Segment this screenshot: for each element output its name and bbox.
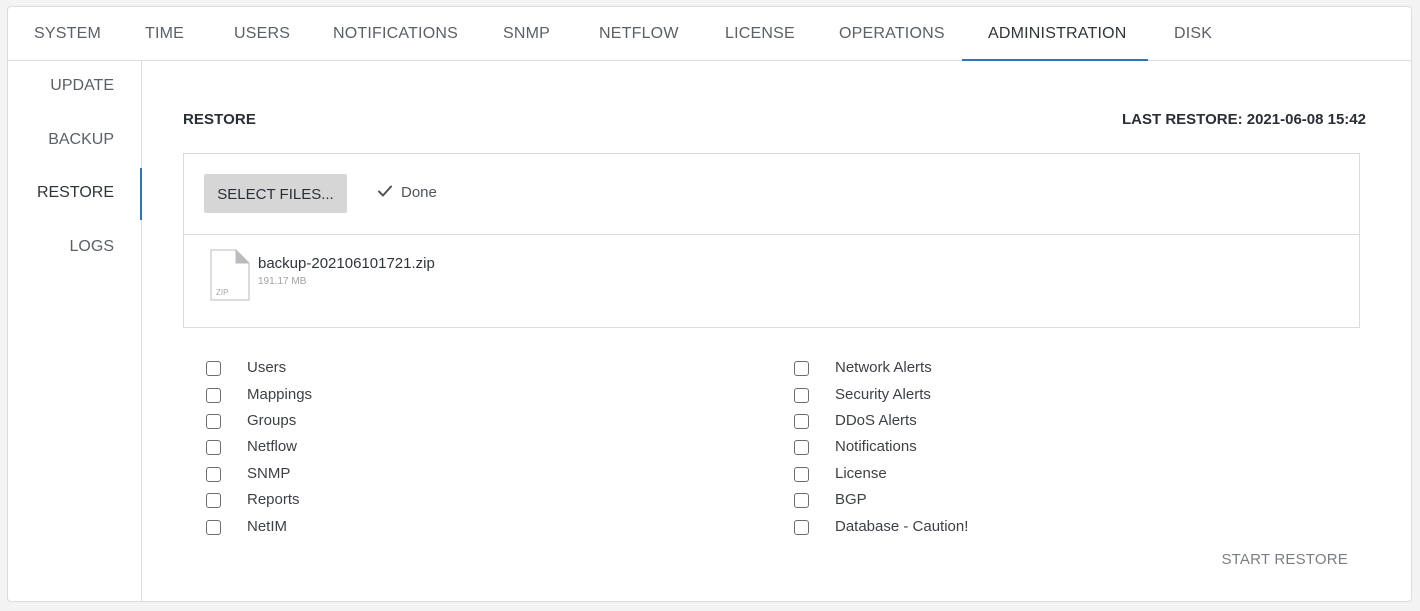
file-upload-box: SELECT FILES... Done ZIP backup-20210610… [183, 153, 1360, 328]
option-label: SNMP [247, 465, 291, 482]
sidebar-item-restore[interactable]: RESTORE [37, 166, 114, 220]
option-label: Users [247, 359, 287, 376]
option-label: Netflow [247, 438, 298, 455]
checkbox[interactable] [794, 493, 809, 508]
sidebar: UPDATE BACKUP RESTORE LOGS [8, 61, 142, 601]
tab-snmp[interactable]: SNMP [503, 7, 550, 61]
file-name: backup-202106101721.zip [258, 255, 435, 272]
page-title: RESTORE [183, 111, 256, 128]
tab-notifications[interactable]: NOTIFICATIONS [333, 7, 458, 61]
last-restore-timestamp: LAST RESTORE: 2021-06-08 15:42 [1122, 111, 1366, 128]
tab-system[interactable]: SYSTEM [34, 7, 101, 61]
option-label: NetIM [247, 518, 288, 535]
option-label: Database - Caution! [835, 518, 969, 535]
top-tab-bar: SYSTEM TIME USERS NOTIFICATIONS SNMP NET… [8, 7, 1411, 61]
sidebar-item-update[interactable]: UPDATE [50, 59, 114, 113]
tab-time[interactable]: TIME [145, 7, 184, 61]
checkbox[interactable] [206, 361, 221, 376]
checkbox[interactable] [794, 467, 809, 482]
sidebar-item-logs[interactable]: LOGS [70, 220, 114, 274]
checkbox[interactable] [206, 493, 221, 508]
restore-content: RESTORE LAST RESTORE: 2021-06-08 15:42 S… [142, 61, 1411, 601]
option-label: Reports [247, 491, 300, 508]
checkbox[interactable] [794, 361, 809, 376]
option-label: Notifications [835, 438, 917, 455]
option-label: License [835, 465, 887, 482]
zip-file-icon: ZIP [210, 249, 250, 301]
upload-toolbar: SELECT FILES... Done [184, 154, 1359, 235]
option-label: Network Alerts [835, 359, 932, 376]
tab-netflow[interactable]: NETFLOW [599, 7, 679, 61]
file-size: 191.17 MB [258, 276, 307, 287]
tab-users[interactable]: USERS [234, 7, 290, 61]
option-label: Security Alerts [835, 386, 931, 403]
upload-status: Done [377, 183, 437, 201]
checkbox[interactable] [206, 388, 221, 403]
sidebar-item-backup[interactable]: BACKUP [48, 113, 114, 167]
checkbox[interactable] [206, 520, 221, 535]
checkbox[interactable] [206, 414, 221, 429]
option-label: DDoS Alerts [835, 412, 917, 429]
settings-panel: SYSTEM TIME USERS NOTIFICATIONS SNMP NET… [7, 6, 1412, 602]
select-files-button[interactable]: SELECT FILES... [204, 174, 347, 213]
start-restore-button[interactable]: START RESTORE [1221, 551, 1348, 568]
option-label: Mappings [247, 386, 313, 403]
checkbox[interactable] [794, 414, 809, 429]
option-label: BGP [835, 491, 867, 508]
checkbox[interactable] [794, 520, 809, 535]
tab-operations[interactable]: OPERATIONS [839, 7, 945, 61]
checkbox[interactable] [206, 467, 221, 482]
file-type-label: ZIP [216, 288, 228, 297]
option-label: Groups [247, 412, 297, 429]
upload-status-label: Done [401, 184, 437, 201]
tab-administration[interactable]: ADMINISTRATION [988, 7, 1127, 61]
checkbox[interactable] [794, 440, 809, 455]
checkbox[interactable] [794, 388, 809, 403]
tab-license[interactable]: LICENSE [725, 7, 795, 61]
checkbox[interactable] [206, 440, 221, 455]
checkmark-icon [377, 183, 393, 199]
tab-disk[interactable]: DISK [1174, 7, 1212, 61]
